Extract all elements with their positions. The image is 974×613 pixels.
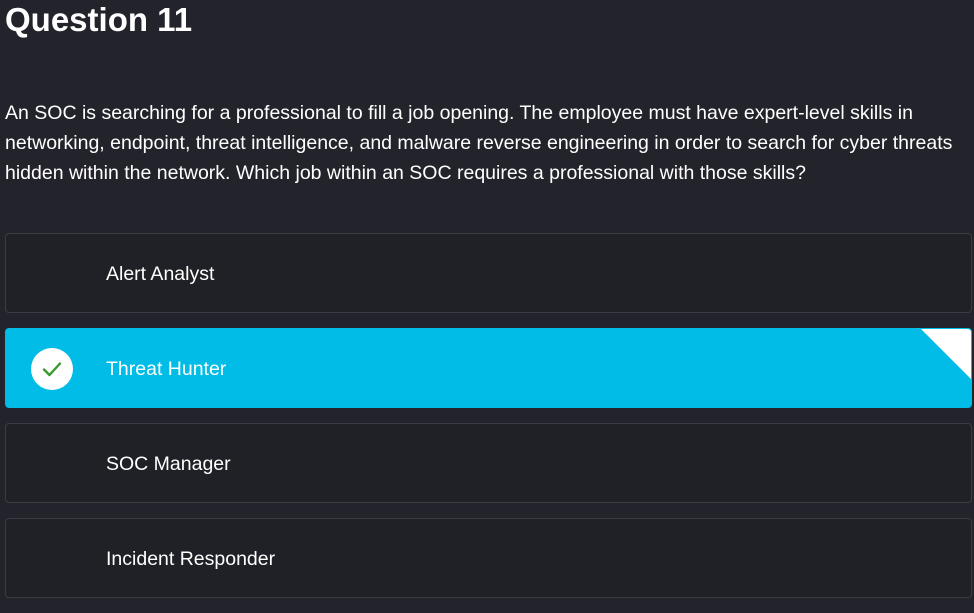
- option-label: Incident Responder: [106, 548, 276, 570]
- option-label: Threat Hunter: [106, 358, 227, 380]
- option-label: SOC Manager: [106, 453, 231, 475]
- answer-options: Alert Analyst Threat Hunter SOC Manager …: [5, 233, 972, 613]
- option-threat-hunter[interactable]: Threat Hunter: [5, 328, 972, 408]
- question-text: An SOC is searching for a professional t…: [5, 102, 953, 184]
- selected-corner-marker: [921, 329, 971, 379]
- option-soc-manager[interactable]: SOC Manager: [5, 423, 972, 503]
- option-alert-analyst[interactable]: Alert Analyst: [5, 233, 972, 313]
- check-icon: [31, 348, 73, 390]
- question-title: Question 11: [5, 1, 193, 38]
- option-label: Alert Analyst: [106, 263, 215, 285]
- option-incident-responder[interactable]: Incident Responder: [5, 518, 972, 598]
